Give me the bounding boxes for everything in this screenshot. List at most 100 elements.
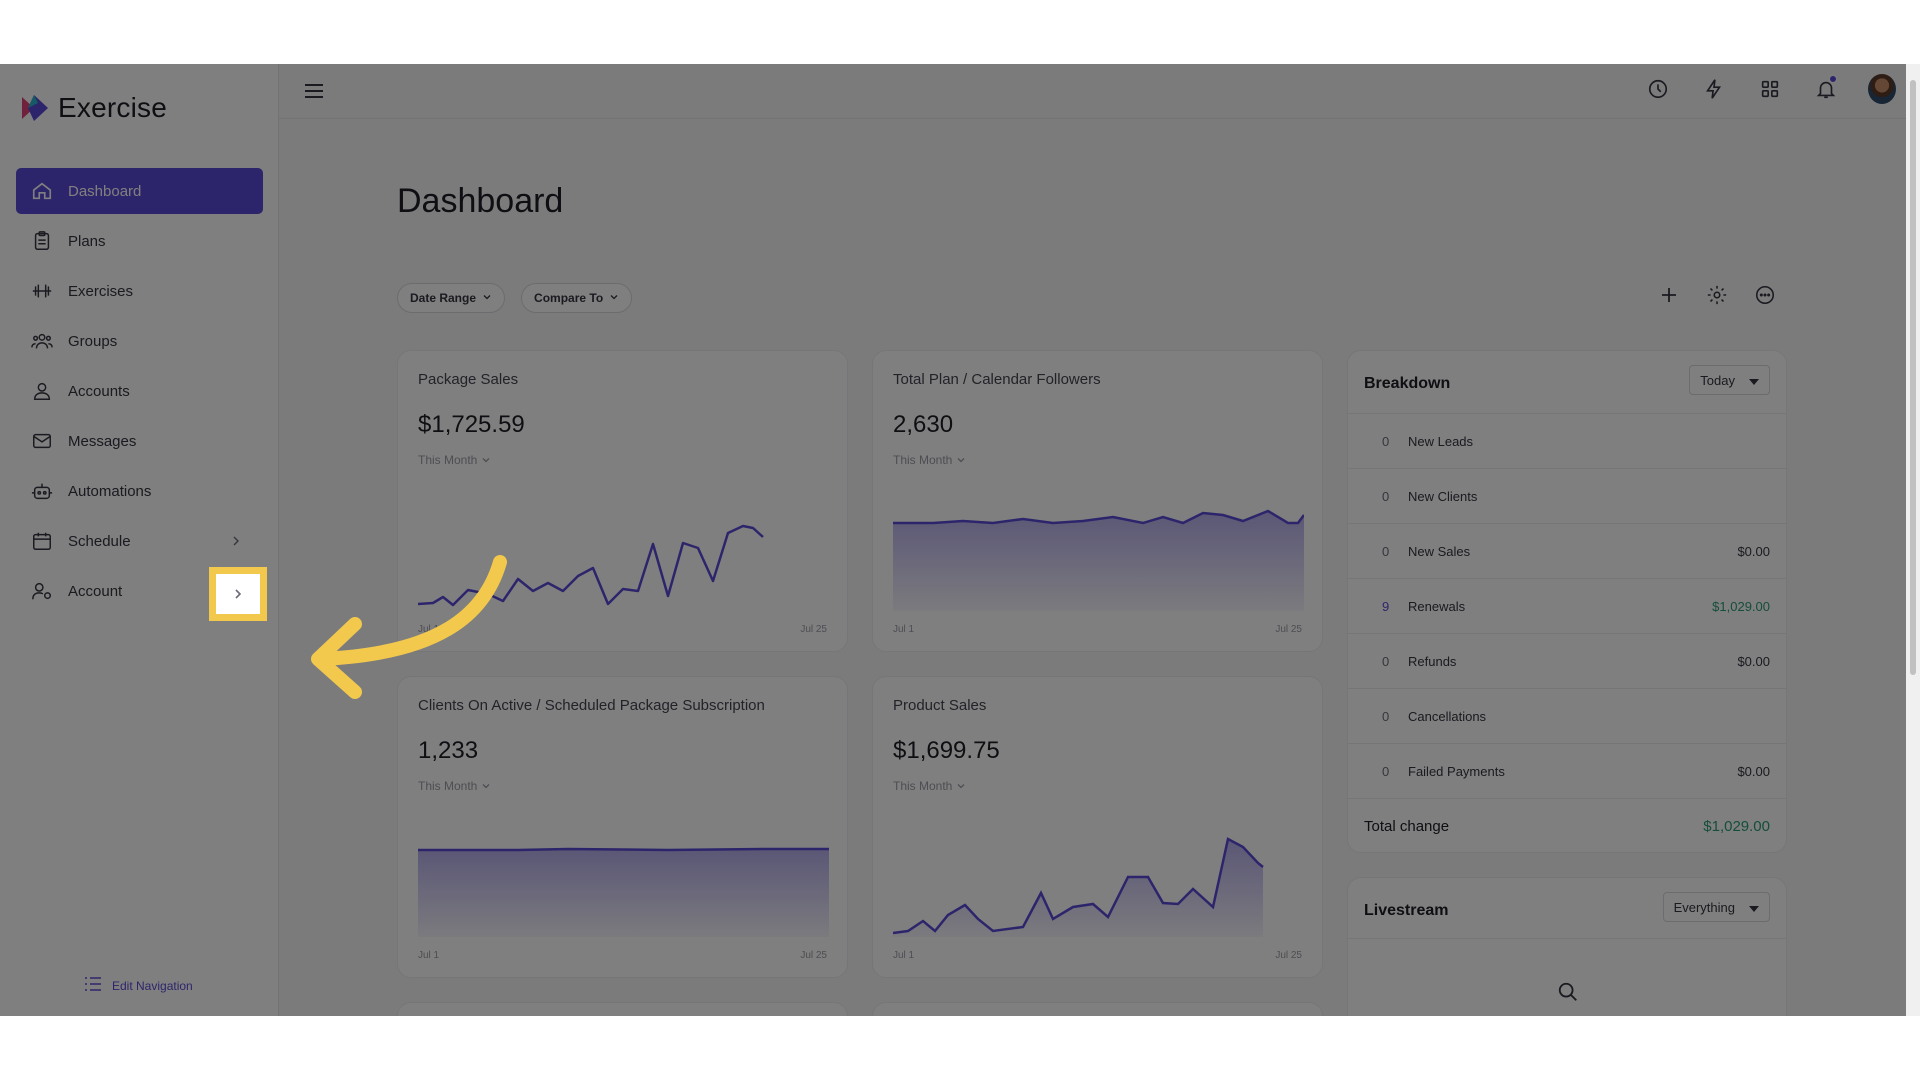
breakdown-row[interactable]: 0 New Sales $0.00 xyxy=(1348,523,1786,578)
card-title: Package Sales xyxy=(418,371,519,388)
breakdown-row[interactable]: 0 Refunds $0.00 xyxy=(1348,633,1786,688)
row-amount: $0.00 xyxy=(1737,763,1770,779)
sidebar-item-label: Automations xyxy=(68,482,152,500)
sidebar-item-messages[interactable]: Messages xyxy=(16,418,263,464)
sidebar-item-exercises[interactable]: Exercises xyxy=(16,268,263,314)
row-label: Failed Payments xyxy=(1408,763,1505,779)
breakdown-total: Total change $1,029.00 xyxy=(1348,798,1786,854)
chevron-down-icon xyxy=(482,784,490,789)
app-name: Exercise xyxy=(58,92,167,123)
product-sales-area-chart xyxy=(893,837,1264,937)
sidebar-item-schedule[interactable]: Schedule xyxy=(16,518,263,564)
x-axis-end-label: Jul 25 xyxy=(1275,950,1302,961)
caret-down-icon xyxy=(1749,373,1759,388)
x-axis-start-label: Jul 1 xyxy=(418,950,440,961)
app-logo[interactable]: Exercise xyxy=(20,92,167,124)
card-value: $1,725.59 xyxy=(418,411,525,438)
row-amount: $1,029.00 xyxy=(1712,598,1770,614)
gear-icon[interactable] xyxy=(1704,282,1730,308)
calendar-icon xyxy=(30,529,54,553)
account-expand-chevron-button[interactable] xyxy=(209,567,267,621)
edit-navigation-link[interactable]: Edit Navigation xyxy=(84,976,193,995)
more-icon[interactable] xyxy=(1752,282,1778,308)
chevron-down-icon xyxy=(482,291,492,305)
sidebar-item-dashboard[interactable]: Dashboard xyxy=(16,168,263,214)
logo-mark-icon xyxy=(20,93,50,123)
row-label: Refunds xyxy=(1408,653,1457,669)
card-title: Total Plan / Calendar Followers xyxy=(893,371,1101,388)
sidebar-item-automations[interactable]: Automations xyxy=(16,468,263,514)
breakdown-rows: 0 New Leads 0 New Clients 0 New Sales $0.00 … xyxy=(1348,413,1786,798)
caret-down-icon xyxy=(1749,900,1759,915)
metric-card-partial xyxy=(872,1002,1323,1016)
scroll-thumb[interactable] xyxy=(1910,80,1916,675)
breakdown-row[interactable]: 0 Cancellations xyxy=(1348,688,1786,743)
chevron-down-icon xyxy=(482,458,490,463)
sidebar-item-groups[interactable]: Groups xyxy=(16,318,263,364)
followers-card[interactable]: Total Plan / Calendar Followers 2,630 Th… xyxy=(872,350,1323,652)
history-icon[interactable] xyxy=(1644,75,1672,103)
clients-subscription-card[interactable]: Clients On Active / Scheduled Package Su… xyxy=(397,676,848,978)
period-dropdown[interactable]: This Month xyxy=(418,779,491,793)
sidebar-item-accounts[interactable]: Accounts xyxy=(16,368,263,414)
row-label: Cancellations xyxy=(1408,708,1487,724)
livestream-filter-select[interactable]: Everything xyxy=(1662,892,1770,922)
page-actions xyxy=(1656,282,1778,308)
x-axis-end-label: Jul 25 xyxy=(1275,624,1302,635)
clients-area-chart xyxy=(418,847,829,937)
bell-icon[interactable] xyxy=(1812,75,1840,103)
row-amount: $0.00 xyxy=(1737,653,1770,669)
filter-bar: Date Range Compare To xyxy=(397,283,633,313)
plus-icon[interactable] xyxy=(1656,282,1682,308)
row-count: 0 xyxy=(1382,488,1390,504)
users-icon xyxy=(30,329,54,353)
select-value: Everything xyxy=(1673,899,1735,915)
period-dropdown[interactable]: This Month xyxy=(418,453,491,467)
period-dropdown[interactable]: This Month xyxy=(893,779,966,793)
sidebar-item-plans[interactable]: Plans xyxy=(16,218,263,264)
x-axis-end-label: Jul 25 xyxy=(800,624,827,635)
grid-icon[interactable] xyxy=(1756,75,1784,103)
sidebar: Exercise Dashboard Plans Exercises Group… xyxy=(0,64,279,1016)
row-count: 0 xyxy=(1382,543,1390,559)
filter-label: Date Range xyxy=(410,291,477,305)
card-value: 1,233 xyxy=(418,737,479,764)
period-label: This Month xyxy=(893,779,953,793)
select-value: Today xyxy=(1700,372,1735,388)
row-count: 0 xyxy=(1382,708,1390,724)
product-sales-card[interactable]: Product Sales $1,699.75 This Month Jul 1… xyxy=(872,676,1323,978)
x-axis-start-label: Jul 1 xyxy=(893,950,915,961)
card-value: 2,630 xyxy=(893,411,954,438)
hamburger-menu-icon[interactable] xyxy=(303,80,327,104)
search-icon[interactable] xyxy=(1557,981,1579,1008)
sidebar-nav: Dashboard Plans Exercises Groups Account… xyxy=(16,168,263,618)
bolt-icon[interactable] xyxy=(1700,75,1728,103)
notification-dot xyxy=(1829,75,1837,83)
row-label: New Sales xyxy=(1408,543,1471,559)
screen: Exercise Dashboard Plans Exercises Group… xyxy=(0,0,1920,1080)
breakdown-row[interactable]: 0 New Clients xyxy=(1348,468,1786,523)
row-count: 0 xyxy=(1382,653,1390,669)
divider xyxy=(1348,938,1786,939)
avatar[interactable] xyxy=(1868,74,1896,104)
period-dropdown[interactable]: This Month xyxy=(893,453,966,467)
row-count: 0 xyxy=(1382,763,1390,779)
breakdown-panel: Breakdown Today 0 New Leads 0 New Clients … xyxy=(1347,350,1787,853)
breakdown-row[interactable]: 9 Renewals $1,029.00 xyxy=(1348,578,1786,633)
breakdown-row[interactable]: 0 Failed Payments $0.00 xyxy=(1348,743,1786,798)
period-label: This Month xyxy=(893,453,953,467)
sidebar-item-label: Accounts xyxy=(68,382,130,400)
home-icon xyxy=(30,179,54,203)
date-range-filter[interactable]: Date Range xyxy=(397,283,506,313)
avatar-image xyxy=(1868,74,1896,104)
livestream-panel: Livestream Everything xyxy=(1347,877,1787,1016)
breakdown-period-select[interactable]: Today xyxy=(1689,365,1770,395)
app-window: Exercise Dashboard Plans Exercises Group… xyxy=(0,64,1920,1016)
list-icon xyxy=(84,976,102,995)
chevron-down-icon xyxy=(957,458,965,463)
chevron-right-icon[interactable] xyxy=(225,530,247,552)
page-scrollbar[interactable] xyxy=(1906,64,1920,1016)
compare-to-filter[interactable]: Compare To xyxy=(521,283,633,313)
breakdown-row[interactable]: 0 New Leads xyxy=(1348,413,1786,468)
edit-navigation-label: Edit Navigation xyxy=(112,978,193,993)
